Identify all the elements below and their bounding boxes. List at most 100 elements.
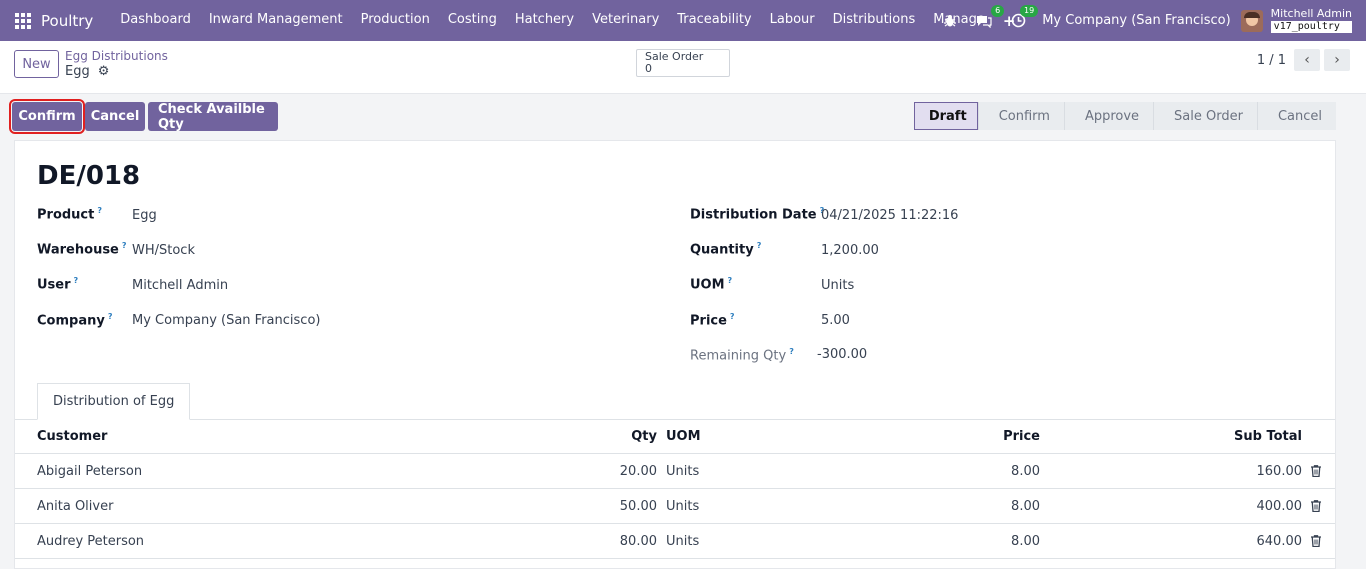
bug-icon[interactable] <box>940 11 960 31</box>
navbar-systray: 6 19 My Company (San Francisco) Mitchell… <box>940 0 1366 41</box>
table-row[interactable]: Abigail Peterson 20.00 Units 8.00 160.00 <box>15 454 1335 489</box>
user-avatar[interactable] <box>1240 9 1263 32</box>
trash-icon[interactable] <box>1311 524 1321 558</box>
user-menu[interactable]: Mitchell Admin v17_poultry <box>1270 7 1352 33</box>
menu-inward-management[interactable]: Inward Management <box>200 12 352 30</box>
top-navbar: Poultry Dashboard Inward Management Prod… <box>0 0 1366 41</box>
menu-traceability[interactable]: Traceability <box>668 12 760 30</box>
qty-cell[interactable]: 50.00 <box>620 489 657 523</box>
column-uom[interactable]: UOM <box>666 420 701 453</box>
menu-costing[interactable]: Costing <box>439 12 506 30</box>
subtotal-cell: 640.00 <box>1256 533 1303 549</box>
price-field[interactable]: 5.00 <box>821 313 850 328</box>
distribution-lines-table: Customer Qty UOM Price Sub Total Abigail… <box>15 420 1335 559</box>
record-name: Egg <box>65 64 90 79</box>
customer-cell[interactable]: Audrey Peterson <box>37 524 144 558</box>
sale-order-smart-button[interactable]: Sale Order 0 <box>636 49 730 77</box>
uom-cell[interactable]: Units <box>666 524 699 558</box>
menu-distributions[interactable]: Distributions <box>824 12 925 30</box>
new-button[interactable]: New <box>14 50 59 78</box>
price-label: Price? <box>690 312 735 329</box>
uom-cell[interactable]: Units <box>666 454 699 488</box>
smart-button-value: 0 <box>645 62 652 75</box>
trash-icon[interactable] <box>1311 489 1321 523</box>
activity-count-badge: 19 <box>1020 4 1039 17</box>
help-icon: ? <box>789 347 794 356</box>
stage-confirm[interactable]: Confirm <box>977 102 1064 130</box>
column-qty[interactable]: Qty <box>631 420 657 453</box>
main-menu: Dashboard Inward Management Production C… <box>111 12 1024 30</box>
distribution-date-field[interactable]: 04/21/2025 11:22:16 <box>821 208 958 223</box>
confirm-button[interactable]: Confirm <box>9 99 85 134</box>
quantity-field[interactable]: 1,200.00 <box>821 243 879 258</box>
help-icon: ? <box>121 241 127 250</box>
column-subtotal[interactable]: Sub Total <box>1234 420 1302 453</box>
tab-distribution-of-egg[interactable]: Distribution of Egg <box>37 383 191 420</box>
column-price[interactable]: Price <box>1003 420 1040 453</box>
remaining-qty-label: Remaining Qty? <box>690 347 794 364</box>
table-row[interactable]: Audrey Peterson 80.00 Units 8.00 640.00 <box>15 524 1335 559</box>
activity-clock-icon[interactable]: 19 <box>1008 4 1039 31</box>
check-available-qty-button[interactable]: Check Availble Qty <box>148 102 278 132</box>
company-label: Company? <box>37 312 113 329</box>
help-icon: ? <box>756 241 762 250</box>
table-row[interactable]: Anita Oliver 50.00 Units 8.00 400.00 <box>15 489 1335 524</box>
stage-cancel[interactable]: Cancel <box>1256 102 1336 130</box>
quantity-label: Quantity? <box>690 241 762 258</box>
menu-dashboard[interactable]: Dashboard <box>111 12 200 30</box>
remaining-qty-field: -300.00 <box>817 347 868 362</box>
menu-veterinary[interactable]: Veterinary <box>583 12 668 30</box>
help-icon: ? <box>97 206 102 215</box>
smart-button-label: Sale Order <box>645 50 704 63</box>
app-grid-icon[interactable] <box>15 12 31 29</box>
subtotal-cell: 400.00 <box>1256 498 1303 514</box>
breadcrumb-current: Egg ⚙ <box>65 64 109 79</box>
user-name: Mitchell Admin <box>1270 7 1352 20</box>
cancel-button[interactable]: Cancel <box>85 102 145 131</box>
uom-label: UOM? <box>690 276 733 293</box>
pager-value[interactable]: 1 / 1 <box>1257 53 1286 68</box>
stage-draft[interactable]: Draft <box>913 102 978 130</box>
product-label: Product? <box>37 206 102 223</box>
stage-pipeline: Draft Confirm Approve Sale Order Cancel <box>913 102 1336 130</box>
stage-approve[interactable]: Approve <box>1063 102 1154 130</box>
chevron-right-icon[interactable]: › <box>1324 49 1350 71</box>
record-title: DE/018 <box>37 161 141 191</box>
qty-cell[interactable]: 80.00 <box>620 524 657 558</box>
help-icon: ? <box>107 312 113 321</box>
gear-icon[interactable]: ⚙ <box>98 64 110 79</box>
chat-count-badge: 6 <box>991 4 1005 17</box>
customer-cell[interactable]: Anita Oliver <box>37 489 113 523</box>
stage-sale-order[interactable]: Sale Order <box>1153 102 1257 130</box>
company-switcher[interactable]: My Company (San Francisco) <box>1042 13 1230 28</box>
subtotal-cell: 160.00 <box>1256 463 1303 479</box>
status-bar: Confirm Cancel Check Availble Qty Draft … <box>0 94 1366 140</box>
price-cell[interactable]: 8.00 <box>1011 489 1040 523</box>
menu-production[interactable]: Production <box>352 12 439 30</box>
distribution-date-label: Distribution Date? <box>690 206 825 223</box>
product-field[interactable]: Egg <box>132 208 157 223</box>
user-field[interactable]: Mitchell Admin <box>132 278 228 293</box>
app-brand[interactable]: Poultry <box>41 12 93 30</box>
qty-cell[interactable]: 20.00 <box>620 454 657 488</box>
company-field[interactable]: My Company (San Francisco) <box>132 313 320 328</box>
breadcrumb-egg-distributions[interactable]: Egg Distributions <box>65 49 168 63</box>
customer-cell[interactable]: Abigail Peterson <box>37 454 142 488</box>
database-name: v17_poultry <box>1270 21 1352 33</box>
warehouse-label: Warehouse? <box>37 241 127 258</box>
trash-icon[interactable] <box>1311 454 1321 488</box>
table-header-row: Customer Qty UOM Price Sub Total <box>15 420 1335 454</box>
uom-field[interactable]: Units <box>821 278 854 293</box>
price-cell[interactable]: 8.00 <box>1011 524 1040 558</box>
warehouse-field[interactable]: WH/Stock <box>132 243 195 258</box>
price-cell[interactable]: 8.00 <box>1011 454 1040 488</box>
user-label: User? <box>37 276 79 293</box>
chevron-left-icon[interactable]: ‹ <box>1294 49 1320 71</box>
column-customer[interactable]: Customer <box>37 420 107 453</box>
menu-hatchery[interactable]: Hatchery <box>506 12 583 30</box>
form-sheet: DE/018 Product? Egg Warehouse? WH/Stock … <box>14 140 1336 569</box>
chat-icon[interactable]: 6 <box>974 4 1005 31</box>
uom-cell[interactable]: Units <box>666 489 699 523</box>
help-icon: ? <box>727 276 733 285</box>
menu-labour[interactable]: Labour <box>761 12 824 30</box>
